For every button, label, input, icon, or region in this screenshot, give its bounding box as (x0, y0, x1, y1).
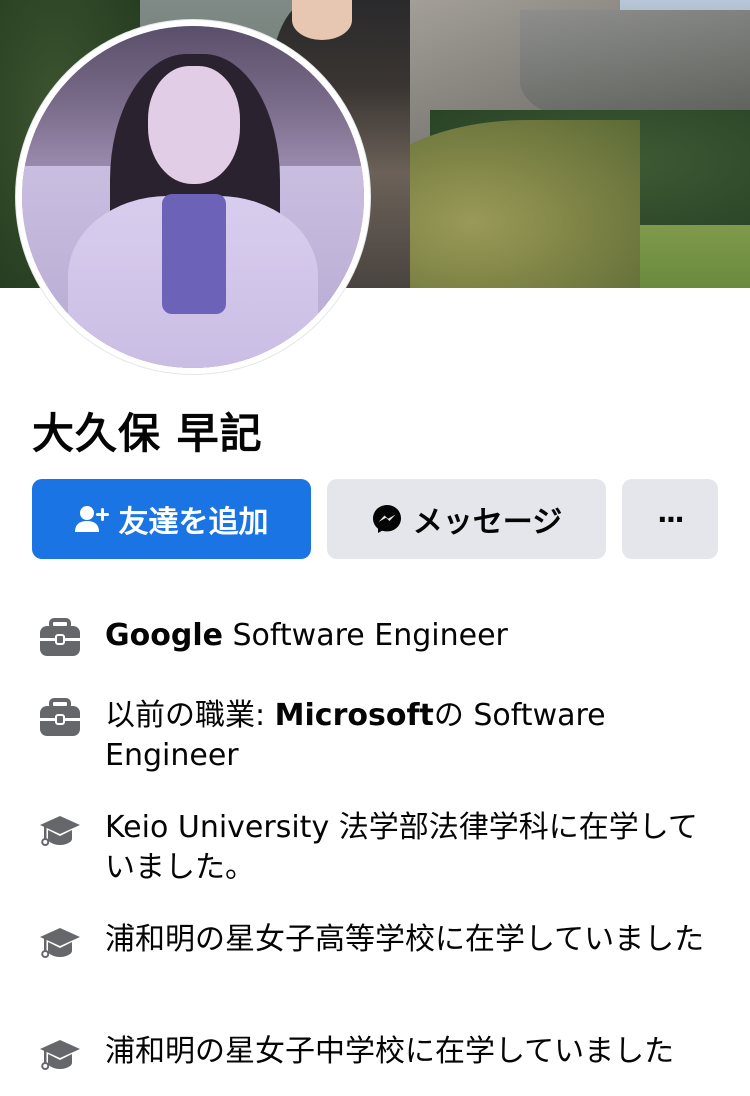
work-previous-text: 以前の職業: Microsoftの Software Engineer (105, 696, 715, 776)
more-options-button[interactable]: ··· (622, 479, 718, 559)
work-current-text: Google Software Engineer (105, 616, 715, 656)
graduation-cap-icon (38, 1034, 82, 1074)
briefcase-icon (38, 618, 82, 658)
work-current-company[interactable]: Google (105, 618, 223, 653)
work-previous-prefix: 以前の職業: (105, 698, 275, 733)
graduation-cap-icon (38, 810, 82, 850)
profile-photo (22, 26, 364, 368)
message-button[interactable]: メッセージ (327, 479, 606, 559)
message-label: メッセージ (412, 505, 563, 540)
education-university-text: Keio University 法学部法律学科に在学していました。 (105, 810, 698, 885)
avatar-shirt (162, 194, 226, 314)
briefcase-icon (38, 698, 82, 738)
education-highschool-text: 浦和明の星女子高等学校に在学していました (105, 922, 705, 957)
work-current-role: Software Engineer (222, 618, 508, 653)
work-previous-company[interactable]: Microsoft (275, 698, 434, 733)
add-friend-label: 友達を追加 (118, 505, 269, 540)
education-juniorhigh-text: 浦和明の星女子中学校に在学していました (105, 1034, 675, 1069)
more-icon: ··· (657, 502, 685, 536)
profile-name: 大久保 早記 (32, 409, 263, 458)
avatar-face (148, 66, 240, 184)
messenger-icon (371, 503, 403, 535)
graduation-cap-icon (38, 922, 82, 962)
profile-avatar[interactable] (16, 20, 370, 374)
add-friend-icon (74, 504, 109, 534)
add-friend-button[interactable]: 友達を追加 (32, 479, 311, 559)
